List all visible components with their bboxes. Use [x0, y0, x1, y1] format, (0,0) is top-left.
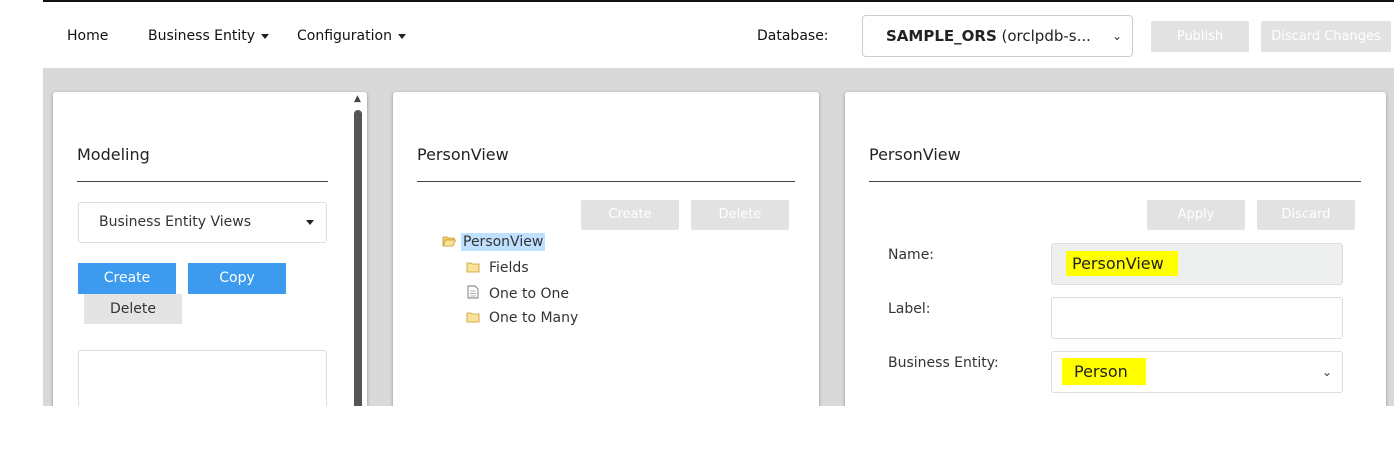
apply-button[interactable]: Apply	[1147, 200, 1245, 230]
database-select[interactable]: SAMPLE_ORS (orclpdb-s... ⌄	[862, 15, 1133, 57]
nav-home-label: Home	[67, 28, 109, 44]
page-bottom	[0, 406, 1394, 449]
workspace: Modeling Business Entity Views Create Co…	[43, 68, 1394, 406]
database-name: SAMPLE_ORS	[886, 27, 997, 45]
modeling-title: Modeling	[77, 145, 150, 164]
tree-delete-button[interactable]: Delete	[691, 200, 789, 230]
nav-configuration-label: Configuration	[297, 28, 392, 44]
database-label: Database:	[757, 28, 829, 44]
name-field: PersonView	[1051, 243, 1343, 285]
detail-panel-title: PersonView	[869, 145, 961, 164]
tree-create-button[interactable]: Create	[581, 200, 679, 230]
top-navbar: Home Business Entity Configuration Datab…	[43, 2, 1394, 68]
view-type-select[interactable]: Business Entity Views	[78, 202, 327, 243]
tree-divider	[417, 181, 795, 182]
tree-root-node[interactable]: PersonView	[442, 233, 546, 251]
view-tree-panel: PersonView Create Delete PersonView Fiel…	[393, 92, 819, 406]
delete-button[interactable]: Delete	[84, 294, 182, 324]
create-button[interactable]: Create	[78, 263, 176, 294]
scroll-thumb[interactable]	[354, 110, 362, 406]
nav-business-entity-label: Business Entity	[148, 28, 256, 44]
business-entity-select[interactable]: Person ⌄	[1051, 351, 1343, 393]
tree-node-label: One to Many	[489, 310, 579, 326]
tree-root-label: PersonView	[461, 233, 546, 251]
document-icon	[467, 285, 479, 299]
nav-configuration[interactable]: Configuration	[297, 28, 406, 44]
tree-node-fields[interactable]: Fields	[466, 260, 529, 276]
tree-node-one-to-many[interactable]: One to Many	[466, 310, 578, 326]
discard-changes-button[interactable]: Discard Changes	[1261, 21, 1391, 52]
folder-icon	[466, 312, 480, 323]
label-label: Label:	[888, 301, 931, 317]
detail-divider	[869, 181, 1361, 182]
business-entity-label: Business Entity:	[888, 355, 999, 371]
discard-button[interactable]: Discard	[1257, 200, 1355, 230]
entity-list-box[interactable]	[78, 350, 327, 406]
business-entity-value: Person	[1062, 358, 1146, 385]
modeling-divider	[77, 181, 328, 182]
label-field[interactable]	[1051, 297, 1343, 339]
tree-node-label: One to One	[489, 286, 569, 302]
nav-business-entity[interactable]: Business Entity	[148, 28, 270, 44]
publish-button[interactable]: Publish	[1151, 21, 1249, 52]
copy-button[interactable]: Copy	[188, 263, 286, 294]
chevron-down-icon: ⌄	[1111, 29, 1122, 43]
tree-node-one-to-one[interactable]: One to One	[466, 285, 569, 302]
folder-open-icon	[442, 236, 456, 247]
tree-node-label: Fields	[489, 260, 529, 276]
caret-down-icon	[306, 220, 314, 225]
caret-down-icon	[397, 33, 406, 39]
caret-down-icon	[261, 33, 270, 39]
chevron-down-icon: ⌄	[1321, 365, 1332, 379]
scroll-up-icon[interactable]: ▲	[354, 94, 361, 104]
modeling-scrollbar[interactable]: ▲	[353, 94, 363, 406]
view-type-value: Business Entity Views	[99, 214, 252, 230]
name-value: PersonView	[1066, 251, 1178, 276]
folder-icon	[466, 262, 480, 273]
nav-home[interactable]: Home	[67, 28, 108, 44]
name-label: Name:	[888, 247, 935, 263]
view-detail-panel: PersonView Apply Discard Name: PersonVie…	[845, 92, 1386, 406]
tree-panel-title: PersonView	[417, 145, 509, 164]
database-detail: (orclpdb-s...	[996, 27, 1091, 45]
modeling-panel: Modeling Business Entity Views Create Co…	[53, 92, 367, 406]
